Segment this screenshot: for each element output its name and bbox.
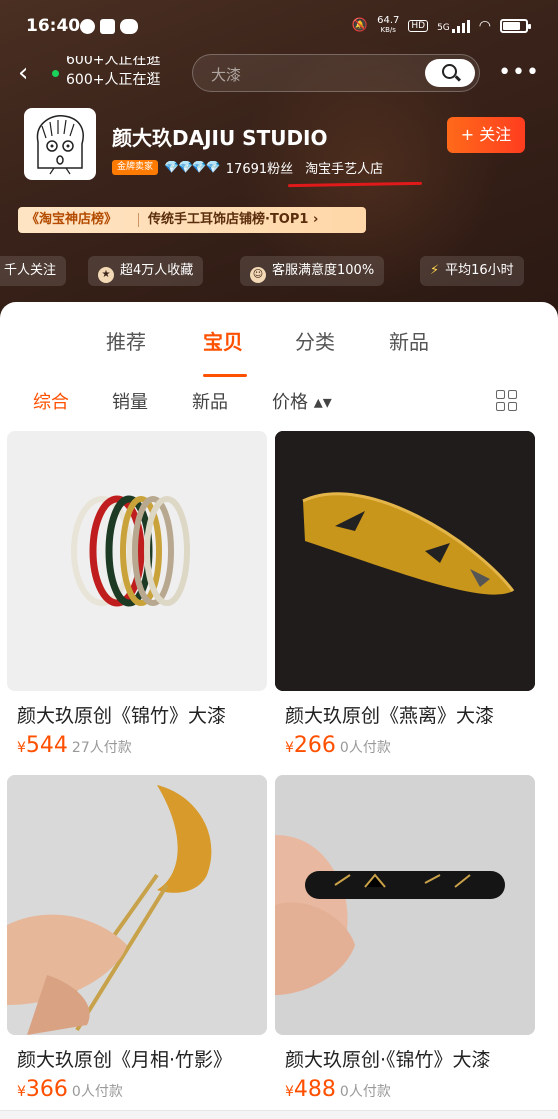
shop-logo[interactable]	[24, 108, 96, 180]
shop-meta: 金牌卖家 💎💎💎💎 17691粉丝 淘宝手艺人店	[112, 156, 383, 178]
stat-favorites[interactable]: ★ 超4万人收藏	[88, 256, 204, 286]
price-value: 266	[293, 733, 336, 758]
follow-button[interactable]: + 关注	[447, 117, 525, 153]
sold-count: 27人付款	[71, 740, 132, 756]
stat-favorites-label: 超4万人收藏	[120, 263, 194, 278]
sold-count: 0人付款	[339, 1084, 391, 1100]
product-price: ¥488 0人付款	[285, 1077, 391, 1102]
products-panel: 推荐 宝贝 分类 新品 综合 销量 新品 价格 ▴▾ 颜大玖原创《锦竹》大漆 ¥…	[0, 302, 558, 1119]
product-title[interactable]: 颜大玖原创·《锦竹》大漆	[285, 1045, 491, 1072]
currency-symbol: ¥	[285, 740, 294, 756]
shop-category[interactable]: 淘宝手艺人店	[305, 158, 383, 177]
sort-new[interactable]: 新品	[192, 388, 228, 414]
product-price: ¥544 27人付款	[17, 733, 132, 758]
product-image[interactable]	[7, 431, 267, 691]
price-value: 544	[25, 733, 68, 758]
product-image[interactable]	[275, 431, 535, 691]
search-placeholder: 大漆	[211, 66, 242, 84]
sort-overall[interactable]: 综合	[33, 388, 69, 414]
wifi-icon: ◠	[478, 17, 491, 34]
back-arrow-icon[interactable]: ‹	[18, 60, 42, 88]
fans-count: 17691粉丝	[225, 161, 294, 177]
wechat-icon	[120, 19, 138, 34]
message-notification-icon	[100, 19, 115, 34]
search-button[interactable]	[425, 59, 475, 87]
live-text-bottom: 600+人正在逛	[66, 72, 161, 88]
diamond-rating-icon: 💎💎💎💎	[164, 160, 221, 174]
product-price: ¥366 0人付款	[17, 1077, 123, 1102]
rank-divider	[138, 213, 139, 227]
bangles-image	[7, 431, 267, 691]
network-speed-unit: KB/s	[380, 26, 396, 34]
stats-row: 千人关注 ★ 超4万人收藏 ☺ 客服满意度100% ⚡ 平均16小时	[0, 256, 558, 286]
stat-followers-label: 千人关注	[4, 263, 57, 278]
rank-tag: 《淘宝神店榜》	[26, 212, 118, 227]
mute-icon: 🔕	[351, 18, 369, 33]
sort-price[interactable]: 价格 ▴▾	[272, 388, 332, 414]
product-title[interactable]: 颜大玖原创《月相·竹影》	[17, 1045, 232, 1072]
grid-view-icon[interactable]	[496, 390, 518, 412]
network-speed-value: 64.7	[377, 15, 400, 26]
bolt-icon: ⚡	[430, 263, 440, 278]
signal-type: 5G	[437, 22, 450, 33]
hairpin-image	[7, 775, 267, 1035]
battery-icon	[500, 18, 531, 33]
tab-new[interactable]: 新品	[389, 326, 429, 355]
sold-count: 0人付款	[71, 1084, 123, 1100]
product-title[interactable]: 颜大玖原创《锦竹》大漆	[17, 701, 226, 728]
gold-seller-badge: 金牌卖家	[112, 159, 159, 175]
live-dot-icon	[52, 70, 59, 77]
tab-recommend[interactable]: 推荐	[106, 326, 146, 355]
live-visitors[interactable]: 600+人正在逛 600+人正在逛	[46, 56, 176, 90]
sold-count: 0人付款	[339, 740, 391, 756]
shop-name[interactable]: 颜大玖DAJIU STUDIO	[112, 122, 328, 151]
product-title[interactable]: 颜大玖原创《燕离》大漆	[285, 701, 494, 728]
product-price: ¥266 0人付款	[285, 733, 391, 758]
sort-bar: 综合 销量 新品 价格 ▴▾	[0, 388, 558, 418]
star-icon: ★	[98, 267, 114, 283]
bottom-tab-bar-edge	[0, 1110, 558, 1119]
hd-badge: HD	[408, 19, 429, 32]
price-value: 366	[25, 1077, 68, 1102]
stat-response-label: 平均16小时	[445, 263, 514, 278]
hair-clip-image	[275, 431, 535, 691]
product-image[interactable]	[7, 775, 267, 1035]
stat-satisfaction-label: 客服满意度100%	[272, 263, 375, 278]
stat-followers[interactable]: 千人关注	[0, 256, 67, 286]
price-value: 488	[293, 1077, 336, 1102]
more-options-icon[interactable]: •••	[498, 60, 540, 85]
currency-symbol: ¥	[285, 1084, 294, 1100]
stat-satisfaction[interactable]: ☺ 客服满意度100%	[240, 256, 385, 286]
active-tab-indicator	[203, 374, 247, 377]
search-icon-handle	[454, 75, 462, 82]
black-clip-image	[275, 775, 535, 1035]
status-time: 16:40	[26, 16, 81, 36]
shop-tabs: 推荐 宝贝 分类 新品	[0, 326, 558, 377]
live-text-top: 600+人正在逛	[66, 56, 161, 68]
product-image[interactable]	[275, 775, 535, 1035]
cartoon-avatar-icon	[36, 114, 84, 175]
rank-banner[interactable]: 《淘宝神店榜》 传统手工耳饰店铺榜·TOP1 ›	[18, 207, 366, 233]
currency-symbol: ¥	[17, 740, 26, 756]
tab-categories[interactable]: 分类	[295, 326, 335, 355]
signal-icon: 5G	[437, 19, 470, 33]
sort-sales[interactable]: 销量	[112, 388, 148, 414]
smile-icon: ☺	[250, 267, 266, 283]
stat-response-time[interactable]: ⚡ 平均16小时	[420, 256, 524, 286]
search-box[interactable]: 大漆	[192, 54, 480, 92]
status-bar: 16:40 🔕 64.7 KB/s HD 5G ◠	[0, 0, 558, 52]
rank-text: 传统手工耳饰店铺榜·TOP1 ›	[148, 212, 319, 227]
tab-items[interactable]: 宝贝	[203, 326, 243, 355]
currency-symbol: ¥	[17, 1084, 26, 1100]
network-speed: 64.7 KB/s	[377, 16, 399, 35]
app-notification-icon	[80, 19, 95, 34]
nav-bar: ‹ 600+人正在逛 600+人正在逛 大漆 •••	[0, 52, 558, 96]
